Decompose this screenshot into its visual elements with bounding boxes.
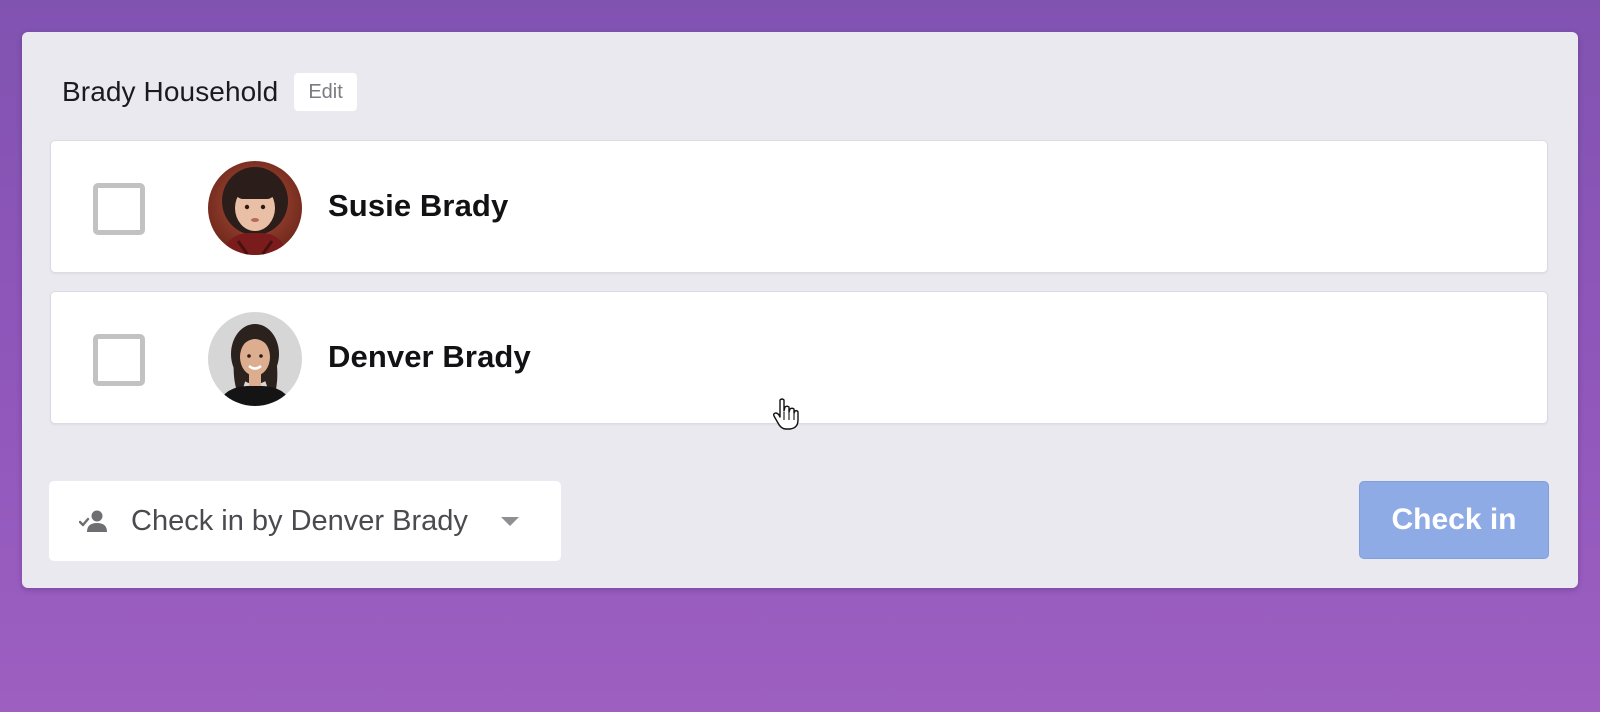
person-name: Denver Brady xyxy=(328,339,531,374)
person-checkbox[interactable] xyxy=(93,334,145,386)
household-header: Brady Household Edit xyxy=(62,72,357,112)
adult-portrait-photo xyxy=(208,312,302,406)
person-row-denver-brady[interactable]: Denver Brady xyxy=(50,291,1548,424)
person-checkbox[interactable] xyxy=(93,183,145,235)
person-name: Susie Brady xyxy=(328,188,509,223)
avatar xyxy=(208,312,302,406)
child-portrait-photo xyxy=(208,161,302,255)
avatar xyxy=(208,161,302,255)
caret-down-icon xyxy=(501,517,519,526)
hand-pointer-cursor-icon xyxy=(773,398,799,430)
household-panel: Brady Household Edit Susie Brady Denver … xyxy=(22,32,1578,588)
person-row-susie-brady[interactable]: Susie Brady xyxy=(50,140,1548,273)
check-in-by-label: Check in by Denver Brady xyxy=(131,505,468,537)
check-in-by-dropdown[interactable]: Check in by Denver Brady xyxy=(49,481,561,561)
household-title: Brady Household xyxy=(62,76,279,107)
check-in-button[interactable]: Check in xyxy=(1359,481,1549,559)
edit-household-button[interactable]: Edit xyxy=(294,73,357,111)
person-check-icon xyxy=(79,510,107,532)
